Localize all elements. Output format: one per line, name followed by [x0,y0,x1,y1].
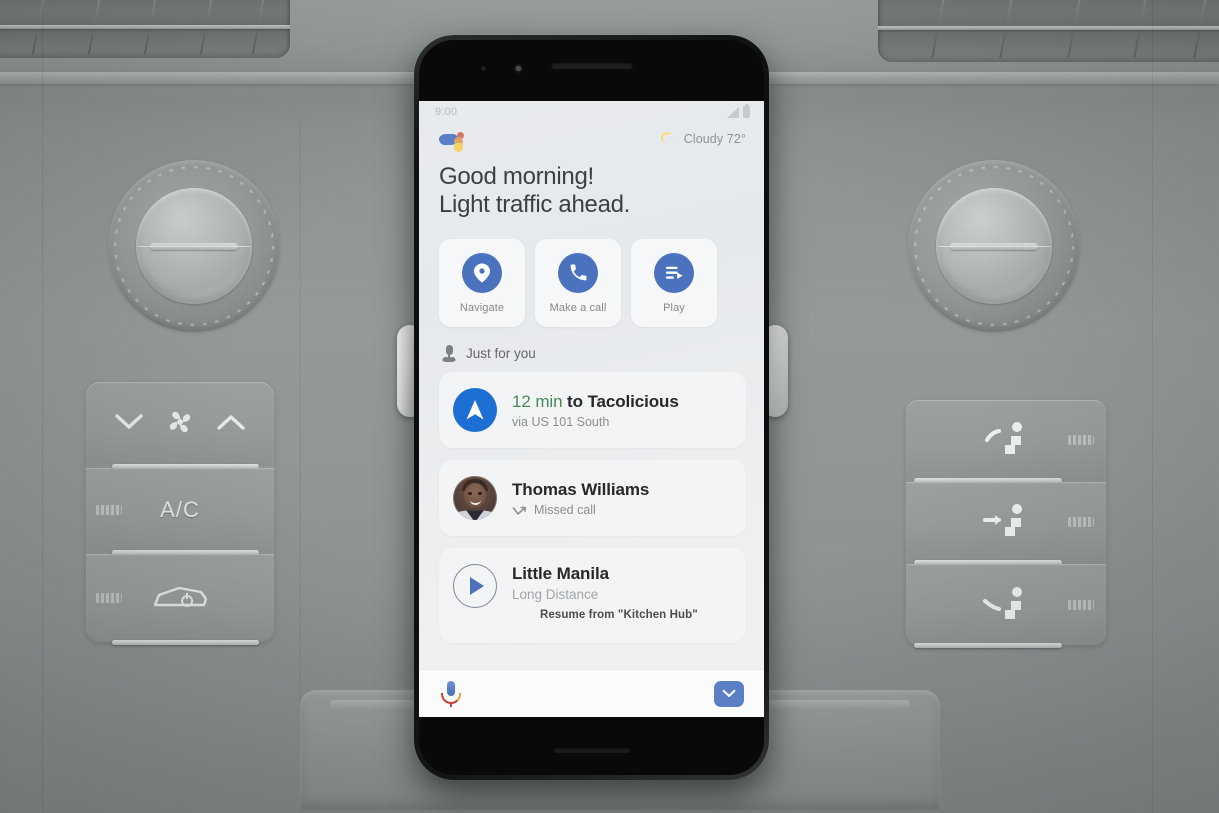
feed-card-media[interactable]: Little Manila Long Distance Resume from … [439,548,746,644]
greeting-line-1: Good morning! [439,163,594,190]
feed-card-navigation-text: 12 min to Tacolicious via US 101 South [512,392,679,429]
signal-bars-icon [727,106,739,118]
assistant-header-row: Cloudy 72° [419,123,764,153]
navigation-title: 12 min to Tacolicious [512,392,679,411]
quick-actions-row: Navigate Make a call Play [419,219,764,328]
earpiece-speaker [550,62,633,69]
weather-text: Cloudy 72° [683,131,746,146]
chevron-down-icon [722,685,736,703]
action-play-label: Play [663,301,685,314]
feed-card-missed-call[interactable]: Thomas Williams Missed call [439,460,746,537]
greeting-block: Good morning! Light traffic ahead. [419,153,764,219]
phone-screen: 9:00 Cloudy 72° Good morning! Light traf… [419,101,764,717]
status-indicators [727,104,750,118]
feed-card-media-text: Little Manila Long Distance Resume from … [512,564,698,621]
google-assistant-logo [438,131,467,153]
front-sensor-icon [481,66,486,71]
phone-screen-frame: 9:00 Cloudy 72° Good morning! Light traf… [419,40,764,775]
contact-name: Thomas Williams [512,479,650,499]
media-resume-text: Resume from "Kitchen Hub" [540,609,698,622]
front-camera-icon [516,66,521,71]
navigation-route: via US 101 South [512,414,610,429]
status-bar: 9:00 [419,101,764,123]
assistant-bottom-bar [419,669,764,717]
play-circle-icon[interactable] [453,564,497,609]
battery-icon [743,104,750,118]
phone-bottom-bezel [419,717,764,775]
person-mic-icon [441,345,457,363]
just-for-you-label: Just for you [466,346,536,362]
missed-call-arrow-icon [512,504,527,515]
greeting-line-2: Light traffic ahead. [439,191,631,219]
location-pin-icon [462,252,502,293]
phone-handset-icon [558,252,598,293]
collapse-button[interactable] [714,680,744,707]
navigation-eta: 12 min [512,391,563,411]
media-title: Little Manila [512,564,609,584]
feed-card-missed-call-text: Thomas Williams Missed call [512,480,649,517]
media-play-list-icon [654,252,694,293]
navigation-destination: to Tacolicious [562,391,679,411]
missed-call-label: Missed call [534,502,596,517]
bottom-speaker-grille [552,747,631,753]
contact-avatar [453,476,497,521]
missed-call-row: Missed call [512,503,649,517]
just-for-you-header: Just for you [419,327,764,363]
phone-top-bezel [419,40,764,101]
feed-card-navigation[interactable]: 12 min to Tacolicious via US 101 South [439,372,746,449]
action-make-a-call[interactable]: Make a call [535,239,621,328]
suggestion-feed: 12 min to Tacolicious via US 101 South T… [419,362,764,669]
action-navigate-label: Navigate [459,301,505,314]
weather-widget[interactable]: Cloudy 72° [660,131,746,146]
smartphone-device: 9:00 Cloudy 72° Good morning! Light traf… [414,35,769,780]
action-navigate[interactable]: Navigate [439,239,525,328]
status-time: 9:00 [435,106,458,118]
partly-cloudy-icon [660,131,679,146]
google-mic-icon[interactable] [441,680,461,707]
action-call-label: Make a call [549,301,607,314]
navigation-arrow-icon [453,388,497,433]
media-subtitle: Long Distance [512,587,599,603]
action-play[interactable]: Play [631,239,717,328]
